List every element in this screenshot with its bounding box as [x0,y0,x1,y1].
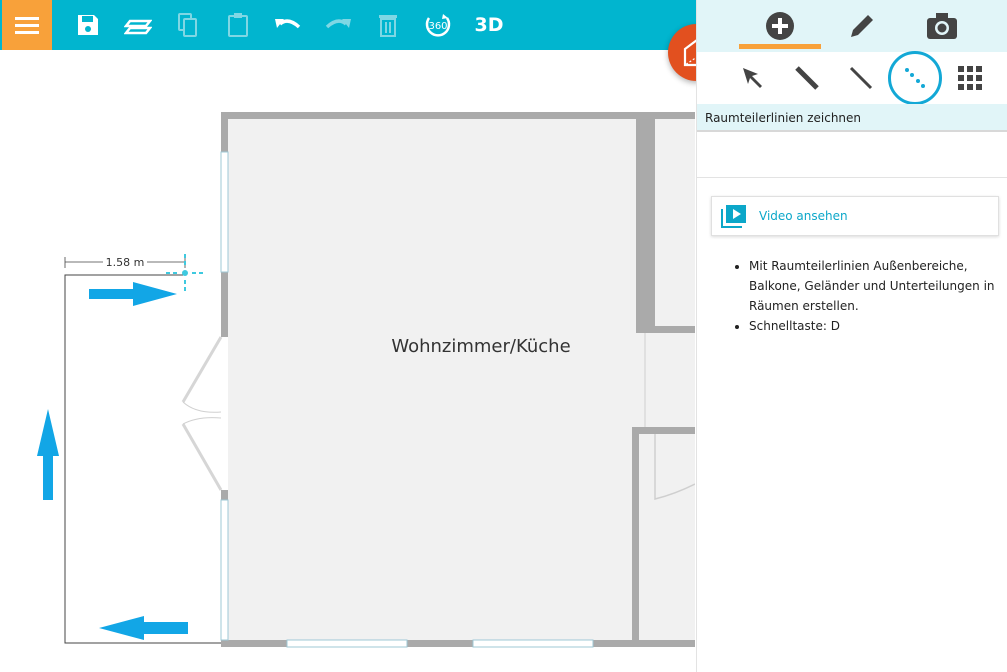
tab-add[interactable] [735,5,825,47]
arrow-left [99,616,188,640]
hamburger-icon [15,17,39,34]
door-left-arc [182,401,222,425]
layers-icon [124,19,152,35]
view-360-button[interactable]: 360 [421,8,455,42]
divider-line-icon [905,68,925,88]
partition-lower [632,427,639,640]
paste-icon [228,13,248,37]
panel-title: Raumteilerlinien zeichnen [697,104,1007,132]
active-tab-indicator [739,44,821,49]
save-icon [78,15,98,35]
delete-icon [379,15,397,37]
tool-grid[interactable] [946,54,994,102]
menu-button[interactable] [2,0,52,50]
tab-edit[interactable] [817,5,907,47]
window-left-2 [220,499,229,641]
top-toolbar: 360 3D [0,0,696,50]
door-left-opening [221,337,228,490]
help-item: Schnelltaste: D [749,316,1004,336]
copy-icon [178,13,197,37]
panel-divider [697,177,1007,178]
partition-upper [636,119,655,333]
undo-button[interactable] [271,8,305,42]
view-360-icon: 360 [425,14,451,37]
help-list: Mit Raumteilerlinien Außenbereiche, Balk… [719,256,1004,336]
help-item: Mit Raumteilerlinien Außenbereiche, Balk… [749,256,1004,316]
video-playlist-icon [721,205,746,228]
layers-button[interactable] [121,8,155,42]
paste-button[interactable] [221,8,255,42]
window-bottom-1 [286,639,408,648]
edit-pencil-icon [851,15,873,37]
dimension-label: 1.58 m [106,256,145,269]
door-left-swing [181,336,223,491]
arrow-right [89,282,177,306]
draw-tools [697,51,1007,105]
partition-upper-edge [636,326,695,333]
watch-video-button[interactable]: Video ansehen [711,196,999,236]
view-3d-button[interactable]: 3D [472,10,506,40]
partition-lower-top [632,427,695,434]
redo-icon [325,19,351,29]
label-360: 360 [428,21,447,32]
panel-tabs [697,0,1007,52]
grid-icon [958,66,982,90]
camera-icon [927,13,957,39]
tool-select[interactable] [729,54,777,102]
tool-wall[interactable] [783,54,831,102]
right-panel: Raumteilerlinien zeichnen Video ansehen … [696,0,1007,672]
delete-button[interactable] [371,8,405,42]
redo-button[interactable] [321,8,355,42]
side-room-floor [639,434,695,640]
undo-icon [275,19,301,29]
window-bottom-2 [472,639,594,648]
arrow-up [37,409,59,500]
window-left-1 [220,151,229,273]
copy-button[interactable] [171,8,205,42]
wall-line-icon [795,66,819,90]
watch-video-label: Video ansehen [759,209,848,223]
floor-plan-canvas[interactable]: Wohnzimmer/Küche 1.58 m [0,52,695,672]
divider-outline[interactable] [64,274,221,644]
main-room-floor [221,112,695,647]
thin-line-icon [849,66,873,90]
crosshair-center [182,270,188,276]
save-button[interactable] [71,8,105,42]
select-arrow-icon [743,68,762,88]
floor-plan[interactable]: Wohnzimmer/Küche 1.58 m [0,52,695,672]
add-icon [766,12,794,40]
tool-line[interactable] [837,54,885,102]
tab-camera[interactable] [897,5,987,47]
room-label[interactable]: Wohnzimmer/Küche [391,336,570,357]
wall-top [221,112,695,119]
tool-room-divider[interactable] [888,51,942,105]
